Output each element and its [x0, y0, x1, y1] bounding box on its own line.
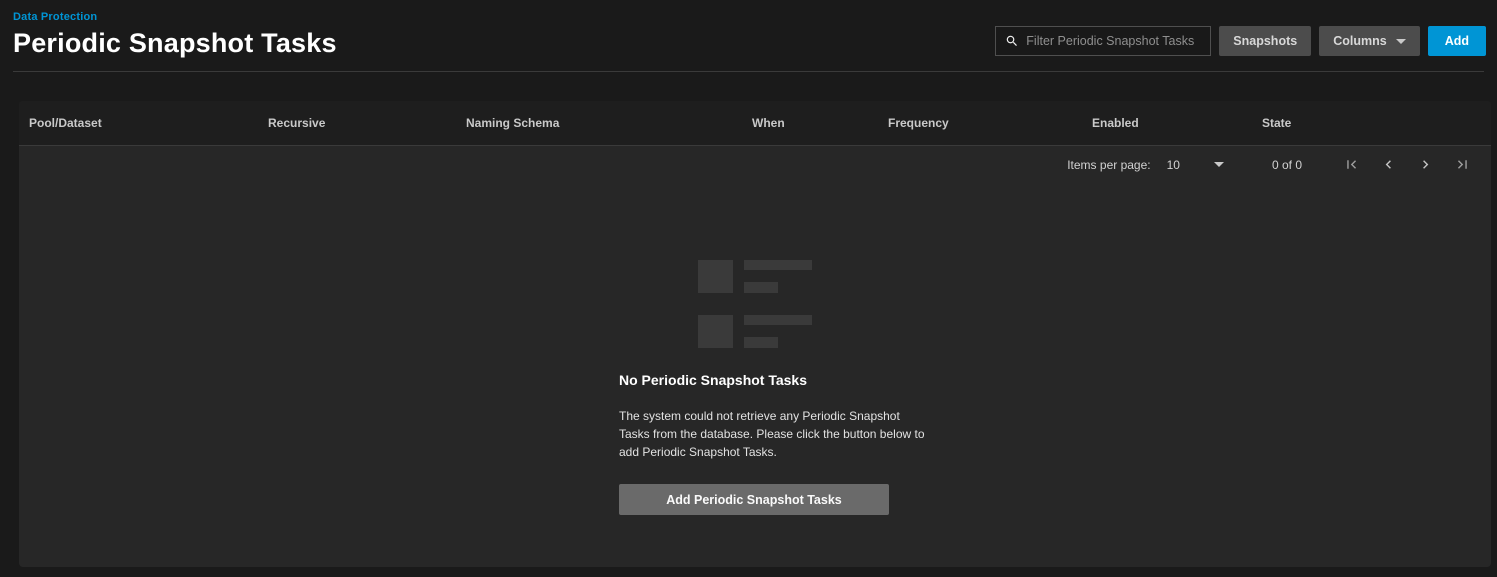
skeleton-square-icon [698, 260, 733, 293]
first-page-icon [1346, 160, 1356, 169]
snapshots-button-label: Snapshots [1233, 34, 1298, 48]
previous-page-icon [1385, 160, 1391, 169]
skeleton-line-short [744, 337, 778, 348]
add-periodic-snapshot-tasks-button[interactable]: Add Periodic Snapshot Tasks [619, 484, 889, 515]
empty-state-message: The system could not retrieve any Period… [619, 409, 925, 459]
last-page-icon [1457, 160, 1467, 169]
add-button[interactable]: Add [1427, 26, 1486, 56]
chevron-down-icon [1395, 38, 1406, 44]
filter-input[interactable] [1026, 34, 1202, 48]
table-header-row: Pool/Dataset Recursive Naming Schema Whe… [19, 101, 1491, 146]
column-header-when[interactable]: When [752, 116, 888, 130]
items-per-page-select[interactable]: 10 [1151, 158, 1224, 172]
column-header-enabled[interactable]: Enabled [1092, 116, 1262, 130]
last-page-button[interactable] [1453, 156, 1471, 174]
previous-page-button[interactable] [1379, 156, 1397, 174]
skeleton-lines [744, 315, 812, 348]
toolbar: Snapshots Columns Add [995, 26, 1486, 56]
items-per-page-caret-icon [1213, 162, 1224, 167]
skeleton-line-long [744, 260, 812, 270]
skeleton-line-short [744, 282, 778, 293]
filter-box [995, 26, 1212, 56]
column-header-pool-dataset[interactable]: Pool/Dataset [29, 116, 268, 130]
paginator: Items per page: 10 0 of 0 [19, 146, 1491, 183]
next-page-icon [1422, 160, 1428, 169]
snapshots-button[interactable]: Snapshots [1219, 26, 1312, 56]
column-header-frequency[interactable]: Frequency [888, 116, 1092, 130]
columns-button-label: Columns [1333, 34, 1387, 48]
next-page-button[interactable] [1416, 156, 1434, 174]
page-range-label: 0 of 0 [1271, 157, 1302, 172]
add-periodic-snapshot-tasks-button-label: Add Periodic Snapshot Tasks [666, 492, 842, 507]
skeleton-row [698, 260, 812, 293]
empty-state-title: No Periodic Snapshot Tasks [619, 372, 808, 388]
items-per-page-value: 10 [1166, 157, 1180, 172]
skeleton-row [698, 315, 812, 348]
first-page-button[interactable] [1342, 156, 1360, 174]
columns-button[interactable]: Columns [1319, 26, 1420, 56]
empty-state: No Periodic Snapshot Tasks The system co… [619, 260, 925, 515]
skeleton-lines [744, 260, 812, 293]
skeleton-square-icon [698, 315, 733, 348]
column-header-state[interactable]: State [1262, 116, 1491, 130]
breadcrumb[interactable]: Data Protection [13, 11, 97, 23]
add-button-label: Add [1444, 34, 1469, 48]
search-icon [1007, 35, 1018, 46]
tasks-table-card: Pool/Dataset Recursive Naming Schema Whe… [19, 101, 1491, 567]
pager-nav [1342, 156, 1471, 174]
skeleton-line-long [744, 315, 812, 325]
column-header-recursive[interactable]: Recursive [268, 116, 466, 130]
column-header-naming-schema[interactable]: Naming Schema [466, 116, 752, 130]
items-per-page-label: Items per page: [1067, 157, 1151, 172]
empty-state-illustration [698, 260, 812, 348]
